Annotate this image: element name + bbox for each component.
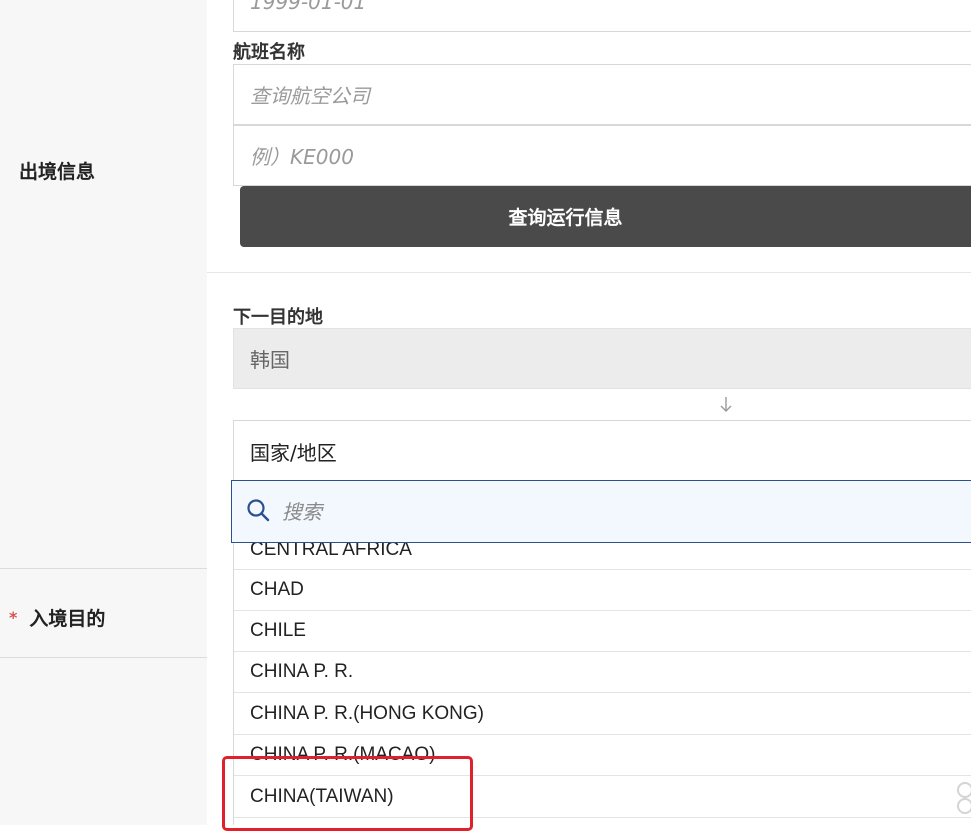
country-search-input[interactable] bbox=[280, 498, 884, 525]
airline-search-placeholder: 查询航空公司 bbox=[250, 84, 370, 108]
query-flight-info-button[interactable]: 查询运行信息 bbox=[240, 186, 971, 247]
exit-info-label: 出境信息 bbox=[19, 161, 96, 183]
row-divider bbox=[0, 568, 207, 569]
dropdown-option[interactable]: CHAD bbox=[234, 570, 971, 611]
country-region-select-value: 国家/地区 bbox=[250, 440, 337, 465]
entry-purpose-row-label: * 入境目的 bbox=[9, 604, 105, 631]
search-icon bbox=[246, 498, 270, 526]
flight-number-placeholder: 例）KE000 bbox=[250, 145, 354, 169]
dropdown-option-highlighted[interactable]: CHINA(TAIWAN) bbox=[234, 777, 971, 818]
dropdown-option[interactable]: CHINA P. R. bbox=[234, 652, 971, 693]
dropdown-option-label: CHILE bbox=[250, 620, 306, 641]
dropdown-option-label: CHINA P. R. bbox=[250, 661, 354, 682]
dropdown-option-label: CHINA P. R.(MACAO) bbox=[250, 744, 436, 765]
country-dropdown-list: CENTRAL AFRICA CHAD CHILE CHINA P. R. CH… bbox=[233, 543, 971, 825]
flight-name-label: 航班名称 bbox=[233, 42, 305, 63]
next-destination-value: 韩国 bbox=[250, 348, 290, 372]
section-divider bbox=[207, 272, 971, 273]
next-destination-label: 下一目的地 bbox=[233, 307, 323, 328]
departure-date-field[interactable]: 1999-01-01 bbox=[233, 0, 971, 32]
watermark-icon bbox=[952, 776, 971, 816]
dropdown-option[interactable]: CHINA P. R.(HONG KONG) bbox=[234, 694, 971, 735]
dropdown-option-label: CENTRAL AFRICA bbox=[250, 543, 412, 560]
dropdown-option-label: CHAD bbox=[250, 579, 304, 600]
dropdown-option[interactable]: CENTRAL AFRICA bbox=[234, 543, 971, 570]
entry-purpose-label: 入境目的 bbox=[29, 608, 106, 630]
departure-date-value: 1999-01-01 bbox=[250, 0, 367, 14]
country-search-box[interactable] bbox=[231, 480, 971, 543]
country-region-select[interactable]: 国家/地区 bbox=[233, 420, 971, 482]
form-label-column bbox=[0, 0, 207, 825]
row-divider bbox=[0, 657, 207, 658]
airline-search-input[interactable]: 查询航空公司 bbox=[233, 64, 971, 125]
arrow-down-icon bbox=[716, 396, 736, 416]
flight-number-input[interactable]: 例）KE000 bbox=[233, 125, 971, 186]
dropdown-option-label: CHINA(TAIWAN) bbox=[250, 786, 394, 807]
required-mark: * bbox=[9, 608, 18, 627]
dropdown-option[interactable]: CHILE bbox=[234, 611, 971, 652]
next-destination-field: 韩国 bbox=[233, 328, 971, 389]
dropdown-option[interactable]: CHINA P. R.(MACAO) bbox=[234, 735, 971, 776]
dropdown-option-label: CHINA P. R.(HONG KONG) bbox=[250, 703, 485, 724]
